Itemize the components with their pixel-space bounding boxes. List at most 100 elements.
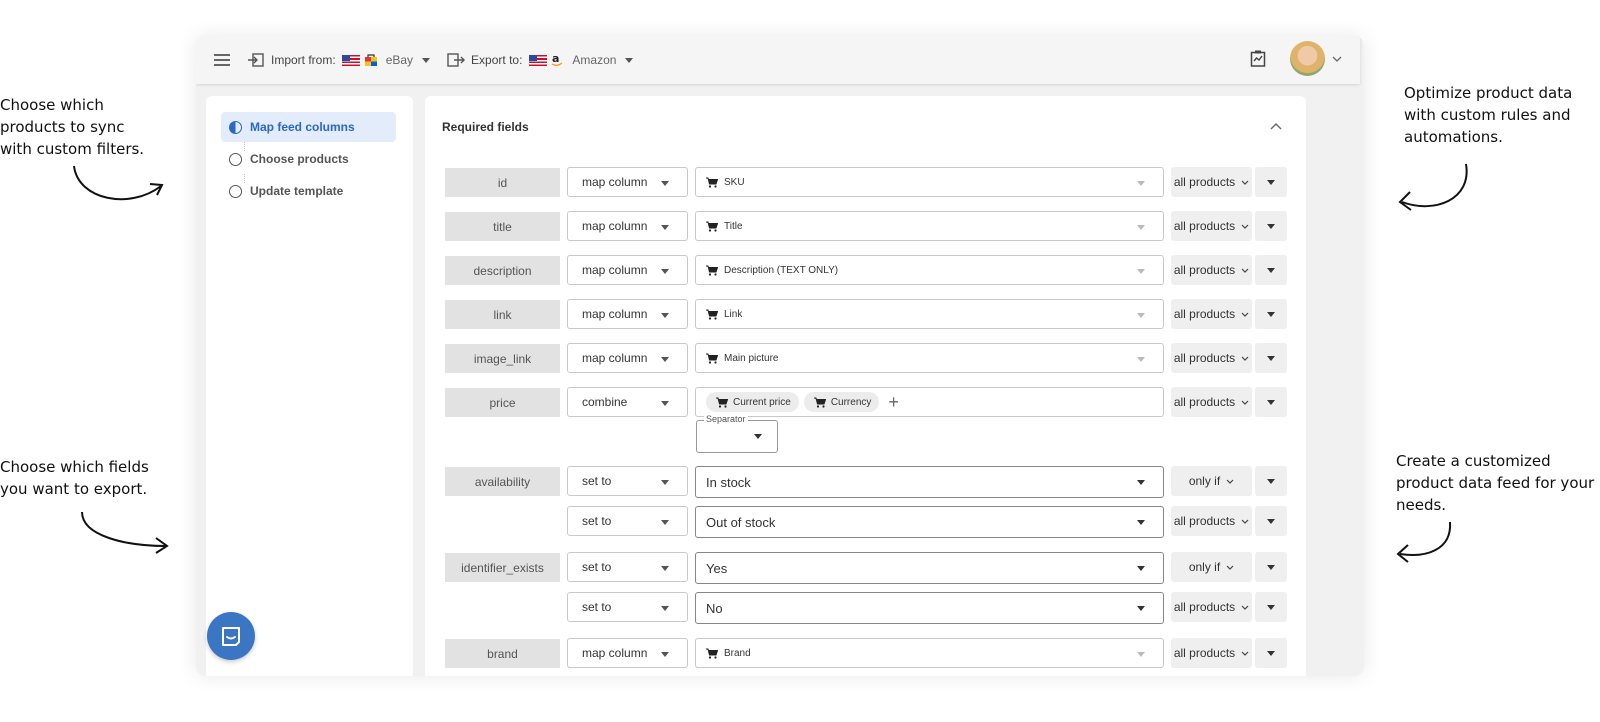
step-map-feed-columns[interactable]: Map feed columns [221,112,396,142]
row-options-button[interactable] [1255,255,1287,285]
field-name: title [445,212,560,241]
scope-select[interactable]: all products [1171,211,1252,241]
row-options-button[interactable] [1255,387,1287,417]
row-options-button[interactable] [1255,211,1287,241]
field-name: link [445,300,560,329]
chevron-down-icon [1267,399,1275,405]
mode-select[interactable]: combine [567,387,688,417]
chevron-down-icon [1267,355,1275,361]
scope-select[interactable]: all products [1171,506,1252,536]
mode-select[interactable]: map column [567,255,688,285]
row-options-button[interactable] [1255,552,1287,582]
scope-select[interactable]: all products [1171,638,1252,668]
scope-label: all products [1173,263,1236,277]
column-chip[interactable]: Currency [803,392,880,412]
cart-icon [716,397,728,408]
step-label: Update template [250,184,344,198]
value-select[interactable]: Title [695,211,1164,241]
column-chip[interactable]: Current price [706,392,799,412]
menu-icon[interactable] [214,54,230,66]
row-options-button[interactable] [1255,343,1287,373]
value-select[interactable]: Main picture [695,343,1164,373]
mode-select[interactable]: map column [567,638,688,668]
mode-select[interactable]: set to [567,592,688,622]
chevron-down-icon [1137,225,1145,230]
chip-label: Current price [733,396,791,408]
step-choose-products[interactable]: Choose products [221,144,396,174]
annotation-fields: Choose which fields you want to export. [0,456,160,500]
mode-select[interactable]: map column [567,299,688,329]
chat-icon [222,627,240,646]
mode-select[interactable]: map column [567,343,688,373]
arrow-right-icon [81,511,169,554]
field-name: description [445,256,560,285]
row-options-button[interactable] [1255,638,1287,668]
report-icon[interactable] [1250,50,1266,67]
row-options-button[interactable] [1255,299,1287,329]
mode-label: combine [582,395,628,409]
value-select[interactable]: Brand [695,638,1164,668]
value-label: Brand [724,647,751,659]
mode-label: set to [582,600,612,614]
step-update-template[interactable]: Update template [221,176,396,206]
value-select[interactable]: In stock [695,466,1164,498]
us-flag-icon [341,54,360,66]
chevron-down-icon [661,313,669,318]
value-label: In stock [706,474,751,490]
value-select[interactable]: SKU [695,167,1164,197]
chevron-up-icon[interactable] [1270,122,1282,130]
value-select[interactable]: Link [695,299,1164,329]
value-select[interactable]: Out of stock [695,506,1164,538]
app-window: Import from: eBay Export to: a Amazon Ma… [196,36,1364,676]
chevron-down-icon [754,434,762,439]
chevron-down-icon [1137,520,1145,525]
scope-select[interactable]: all products [1171,299,1252,329]
chevron-down-icon [1267,604,1275,610]
mode-label: map column [582,219,648,233]
scope-select[interactable]: all products [1171,167,1252,197]
chevron-down-icon [1241,224,1249,229]
chat-button[interactable] [207,612,255,660]
row-options-button[interactable] [1255,506,1287,536]
separator-label: Separator [704,414,748,424]
value-select[interactable]: No [695,592,1164,624]
field-name: price [445,388,560,417]
row-options-button[interactable] [1255,466,1287,496]
field-name: id [445,168,560,197]
export-selector[interactable]: Export to: a Amazon [447,53,634,67]
circle-icon [229,152,242,166]
scope-select[interactable]: all products [1171,592,1252,622]
mode-select[interactable]: map column [567,211,688,241]
mode-select[interactable]: set to [567,506,688,536]
mode-select[interactable]: set to [567,552,688,582]
import-icon [248,53,264,67]
value-select[interactable]: Description (TEXT ONLY) [695,255,1164,285]
annotation-products: Choose which products to sync with custo… [0,94,160,160]
mode-select[interactable]: map column [567,167,688,197]
row-options-button[interactable] [1255,167,1287,197]
import-selector[interactable]: Import from: eBay [248,53,431,67]
value-label: Description (TEXT ONLY) [724,264,839,276]
chevron-down-icon [1137,566,1145,571]
cart-icon [706,221,718,232]
combine-field[interactable]: Current price Currency + [695,387,1164,417]
mode-select[interactable]: set to [567,466,688,496]
chevron-down-icon [1241,268,1249,273]
avatar[interactable] [1290,41,1325,76]
row-options-button[interactable] [1255,592,1287,622]
amazon-icon: a [552,53,563,66]
scope-label: only if [1188,560,1221,574]
chevron-down-icon [1241,180,1249,185]
import-source: eBay [385,53,414,67]
arrow-left-icon [1396,521,1452,563]
separator-select[interactable]: Separator [696,414,778,453]
scope-select[interactable]: all products [1171,343,1252,373]
scope-select[interactable]: all products [1171,387,1252,417]
plus-icon[interactable]: + [888,393,899,411]
scope-select[interactable]: only if [1171,552,1252,582]
chevron-down-icon[interactable] [1332,56,1342,62]
scope-select[interactable]: only if [1171,466,1252,496]
scope-select[interactable]: all products [1171,255,1252,285]
value-select[interactable]: Yes [695,552,1164,584]
scope-label: all products [1173,395,1236,409]
